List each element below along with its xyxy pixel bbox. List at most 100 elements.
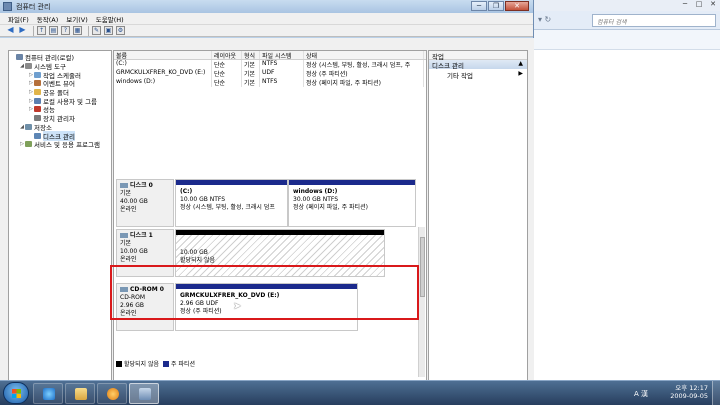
performance-icon [34,106,41,113]
column-header-type[interactable]: 형식 [242,51,260,59]
legend-primary-swatch [163,360,170,367]
settings-icon[interactable]: ⚙ [116,26,125,35]
partition-status: 할당되지 않음 [180,257,216,264]
clock-icon [34,71,41,78]
back-arrow-icon[interactable]: ◀ [6,26,15,35]
start-button[interactable] [3,382,29,404]
taskbar-explorer[interactable] [65,383,95,404]
action-pane-icon[interactable]: ▦ [73,26,82,35]
column-header-filesystem[interactable]: 파일 시스템 [260,51,304,59]
device-manager-icon [34,115,41,122]
tree-item[interactable]: ▷ 로컬 사용자 및 그룹 [9,96,111,106]
background-toolbar [534,30,720,50]
table-cell: 기본 [242,60,260,69]
up-folder-icon[interactable]: ↑ [37,26,46,35]
forward-arrow-icon[interactable]: ▶ [18,26,27,35]
action-more-actions[interactable]: 기타 작업 ▶ [429,70,527,80]
table-cell: (C:) [114,60,212,69]
legend: 할당되지 않음 주 파티션 [116,359,195,368]
legend-unallocated-label: 할당되지 않음 [124,361,160,368]
console-tree: 컴퓨터 관리(로컬) ◢ 시스템 도구 ▷ 작업 스케줄러 ▷ 이벤트 뷰어 ▷ 공유 폴더 ▷ 로… [8,50,112,384]
minimize-icon[interactable]: ─ [678,0,692,8]
table-cell: 단순 [212,69,242,78]
table-cell: 기본 [242,69,260,78]
disk-label[interactable]: 디스크 0 기본 40.00 GB 온라인 [116,179,174,227]
column-header-layout[interactable]: 레이아웃 [212,51,242,59]
partition-name: windows (D:) [293,188,338,195]
toolbar-separator [33,25,34,36]
restore-button[interactable]: ❐ [488,1,504,11]
show-hide-tree-icon[interactable]: ▤ [49,26,58,35]
menu-action[interactable]: 동작(A) [37,14,58,24]
menu-view[interactable]: 보기(V) [66,14,87,24]
volume-table-header: 볼륨 레이아웃 형식 파일 시스템 상태 [114,51,426,60]
disk-row: 디스크 0 기본 40.00 GB 온라인 (C:) 10.00 GB NTFS 정상 (시… [116,179,416,227]
menu-bar: 파일(F) 동작(A) 보기(V) 도움말(H) [0,13,533,25]
event-viewer-icon [34,80,41,87]
tree-item[interactable]: ▷ 서비스 및 응용 프로그램 [9,140,111,149]
disk-drive-icon [120,233,128,238]
services-icon [25,141,32,148]
taskbar-media-player[interactable] [97,383,127,404]
close-icon[interactable]: ✕ [706,0,720,8]
close-button[interactable]: ✕ [505,1,529,11]
clock-time: 오후 12:17 [675,384,708,392]
table-cell: 기본 [242,78,260,87]
properties-icon[interactable]: ✎ [92,26,101,35]
storage-icon [25,123,32,130]
folder-icon [75,388,87,400]
ime-indicator[interactable]: A 漢 [634,389,648,399]
column-header-status[interactable]: 상태 [304,51,424,59]
search-input[interactable]: 컴퓨터 검색 [592,14,716,27]
computer-icon [16,54,23,61]
disk-icon[interactable]: ▣ [104,26,113,35]
action-more-label: 기타 작업 [447,72,473,80]
partition-block[interactable]: windows (D:) 30.00 GB NTFS 정상 (페이지 파일, 주 파… [288,179,416,227]
table-row[interactable]: (C:) 단순 기본 NTFS 정상 (시스템, 부팅, 활성, 크래시 덤프, 주 [114,60,426,69]
computer-management-taskbar-icon [139,388,151,400]
collapse-arrow-icon[interactable]: ▲ [518,60,523,67]
internet-explorer-icon [43,388,55,400]
disk-name-text: 디스크 0 [130,182,153,189]
disk-name-text: 디스크 1 [130,232,153,239]
menu-help[interactable]: 도움말(H) [96,14,124,24]
background-window-controls: ─ □ ✕ [678,0,720,8]
menu-file[interactable]: 파일(F) [8,14,29,24]
background-window: ─ □ ✕ ▾ ↻ 컴퓨터 검색 [534,0,720,380]
action-section-label: 디스크 관리 [432,62,464,70]
disk-type: 기본 [120,190,132,197]
clock[interactable]: 오후 12:17 2009-09-05 [670,384,708,400]
table-cell: 정상 (시스템, 부팅, 활성, 크래시 덤프, 주 [304,60,424,69]
scrollbar-thumb[interactable] [420,237,425,297]
minimize-button[interactable]: ─ [471,1,487,11]
maximize-icon[interactable]: □ [692,0,706,8]
title-bar[interactable]: 컴퓨터 관리 ─ ❐ ✕ [0,0,533,13]
disk-list-scrollbar[interactable] [418,227,425,377]
action-section-disk-management[interactable]: 디스크 관리 ▲ [429,60,527,70]
refresh-icon[interactable]: ▾ ↻ [538,15,551,24]
column-header-volume[interactable]: 볼륨 [114,51,212,59]
help-icon[interactable]: ? [61,26,70,35]
volume-table: 볼륨 레이아웃 형식 파일 시스템 상태 (C:) 단순 기본 NTFS 정상 (시스템… [114,51,426,87]
partition-block[interactable]: (C:) 10.00 GB NTFS 정상 (시스템, 부팅, 활성, 크래시 덤프 [175,179,288,227]
taskbar-computer-management[interactable] [129,383,159,404]
table-row[interactable]: GRMCKULXFRER_KO_DVD (E:) 단순 기본 UDF 정상 (주 파티션… [114,69,426,78]
taskbar-internet-explorer[interactable] [33,383,63,404]
table-row[interactable]: windows (D:) 단순 기본 NTFS 정상 (페이지 파일, 주 파티션) [114,78,426,87]
computer-management-icon [3,2,12,11]
tree-item[interactable]: 장치 관리자 [9,114,111,123]
taskbar: A 漢 오후 12:17 2009-09-05 [0,380,720,405]
disk-1-highlight-box [110,265,419,320]
disk-name: 디스크 0 [120,182,170,190]
disk-size: 40.00 GB [120,198,148,205]
legend-primary-label: 주 파티션 [171,361,196,368]
partition-text: 10.00 GB 할당되지 않음 [176,235,384,268]
toolbar: ◀ ▶ ↑ ▤ ? ▦ ✎ ▣ ⚙ [0,25,533,37]
computer-management-window: 컴퓨터 관리 ─ ❐ ✕ 파일(F) 동작(A) 보기(V) 도움말(H) ◀ … [0,0,534,384]
show-desktop-button[interactable] [712,381,720,405]
partition-size: 30.00 GB NTFS [293,196,339,203]
toolbar-separator [88,25,89,36]
partition-text: windows (D:) 30.00 GB NTFS 정상 (페이지 파일, 주 파… [289,185,415,215]
table-cell: 정상 (페이지 파일, 주 파티션) [304,78,424,87]
disk-drive-icon [120,183,128,188]
